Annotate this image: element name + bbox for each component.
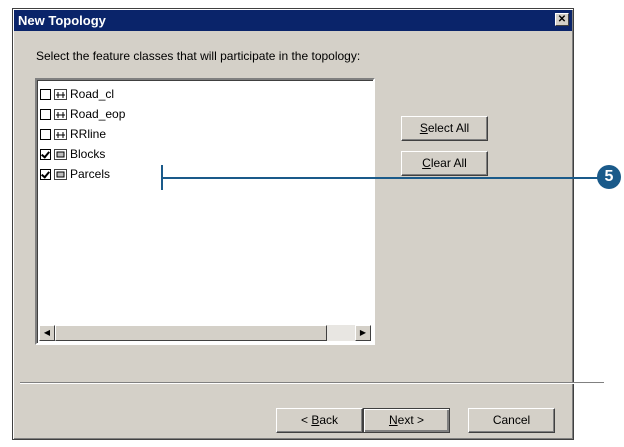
feature-class-list[interactable]: Road_cl Road_eop RRline Blocks Parcels ◀… [35,78,375,345]
polygon-feature-class-icon [54,148,67,160]
list-item-label: Blocks [70,147,106,161]
checkbox-checked[interactable] [40,168,51,180]
checkbox-checked[interactable] [40,148,51,160]
list-item-parcels[interactable]: Parcels [40,164,125,184]
back-prefix: < [300,413,312,427]
instruction-text: Select the feature classes that will par… [36,49,361,63]
list-item-blocks[interactable]: Blocks [40,144,125,164]
next-mnemonic: N [388,413,398,427]
checkbox[interactable] [40,88,51,100]
step-callout-badge: 5 [597,165,621,189]
callout-line [161,177,600,179]
line-feature-class-icon [54,108,67,120]
clear-all-mnemonic: C [422,156,431,170]
checkbox[interactable] [40,128,51,140]
arrow-right-icon: ▶ [359,328,367,337]
list-item-label: Parcels [70,167,111,181]
title-bar: New Topology ✕ [14,10,572,31]
window-title: New Topology [18,13,106,28]
cancel-button[interactable]: Cancel [468,408,555,433]
checkbox[interactable] [40,108,51,120]
close-button[interactable]: ✕ [555,13,569,26]
close-icon: ✕ [557,14,567,25]
next-button[interactable]: Next > [363,408,450,433]
back-label: ack [319,413,339,427]
list-item-road-eop[interactable]: Road_eop [40,104,125,124]
clear-all-button[interactable]: Clear All [401,151,488,176]
horizontal-scrollbar[interactable]: ◀ ▶ [39,325,371,341]
polygon-feature-class-icon [54,168,67,180]
select-all-label: elect All [427,121,470,135]
clear-all-label: lear All [430,156,467,170]
list-item-label: Road_eop [70,107,126,121]
list-item-rrline[interactable]: RRline [40,124,125,144]
line-feature-class-icon [54,88,67,100]
cancel-label: Cancel [492,413,531,427]
next-label: ext > [397,413,425,427]
back-button[interactable]: < Back [276,408,363,433]
scroll-right-button[interactable]: ▶ [355,325,371,341]
list-item-road-cl[interactable]: Road_cl [40,84,125,104]
select-all-button[interactable]: Select All [401,116,488,141]
scroll-left-button[interactable]: ◀ [39,325,55,341]
arrow-left-icon: ◀ [43,328,51,337]
scroll-thumb[interactable] [55,325,327,341]
list-item-label: Road_cl [70,87,115,101]
line-feature-class-icon [54,128,67,140]
list-items: Road_cl Road_eop RRline Blocks Parcels [40,84,125,184]
select-all-mnemonic: S [419,121,428,135]
list-item-label: RRline [70,127,107,141]
separator [20,382,604,384]
